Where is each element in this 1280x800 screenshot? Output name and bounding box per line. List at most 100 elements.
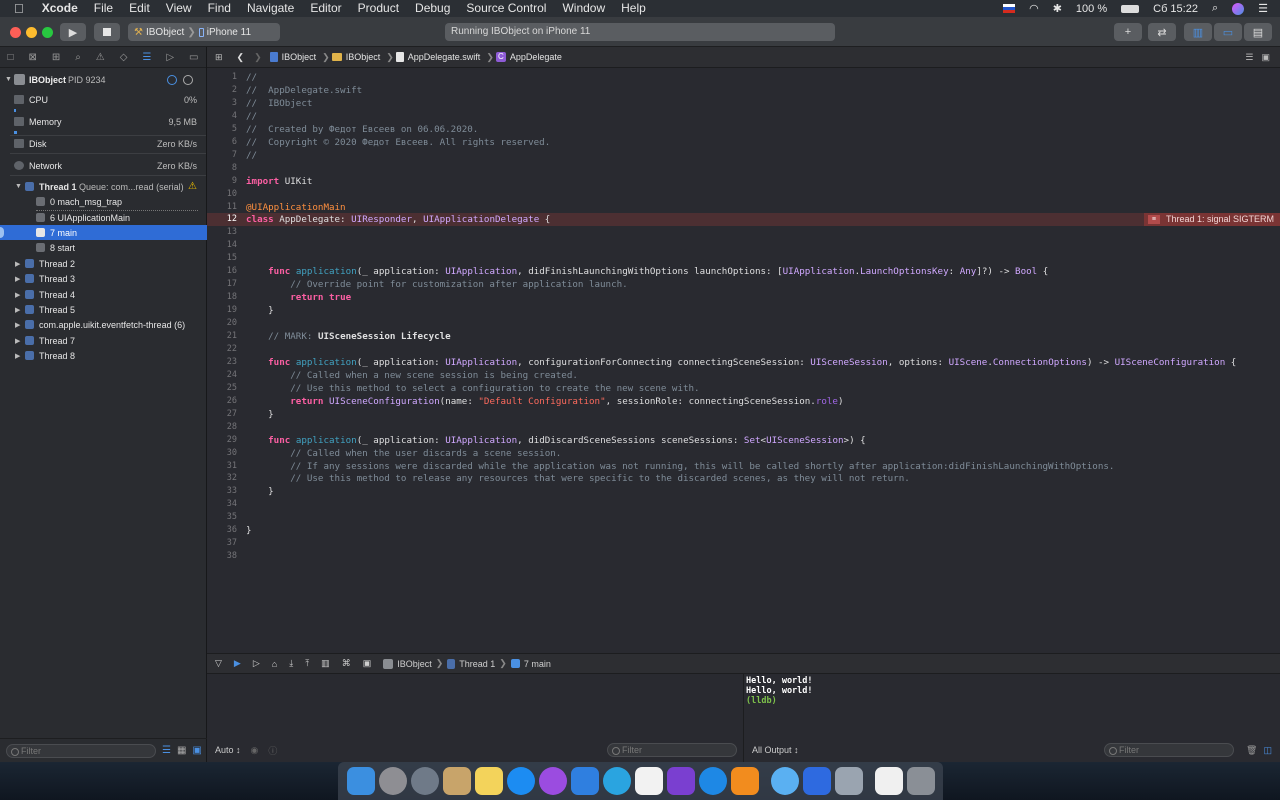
step-out-icon[interactable]: ⤒ xyxy=(305,658,309,669)
filter-options-icon[interactable]: ☰ xyxy=(162,745,171,756)
line-number[interactable]: 26 xyxy=(207,395,237,408)
code-line[interactable]: 11 @UIApplicationMain xyxy=(207,201,1280,214)
line-number[interactable]: 19 xyxy=(207,304,237,317)
zoom-window-button[interactable] xyxy=(42,27,53,38)
disclosure-triangle-icon[interactable]: ▶ xyxy=(15,260,20,268)
library-button[interactable]: + xyxy=(1114,23,1142,41)
input-source-flag-icon[interactable] xyxy=(1003,4,1016,13)
toggle-inspector-button[interactable]: ▤ xyxy=(1244,23,1272,41)
disk-gauge[interactable]: Disk Zero KB/s xyxy=(0,136,207,151)
line-number[interactable]: 36 xyxy=(207,524,237,537)
safari-icon[interactable] xyxy=(698,767,727,795)
thread-row[interactable]: ▶ Thread 2 xyxy=(0,256,207,271)
breadcrumb-project[interactable]: IBObject xyxy=(269,52,321,62)
disclosure-triangle-icon[interactable]: ▶ xyxy=(15,321,20,329)
stop-button[interactable] xyxy=(94,23,120,41)
disclosure-triangle-icon[interactable]: ▶ xyxy=(15,352,20,360)
telegram-icon[interactable] xyxy=(602,767,631,795)
line-number[interactable]: 6 xyxy=(207,136,237,149)
step-over-icon[interactable]: ⌂ xyxy=(272,659,277,669)
simulator-icon[interactable] xyxy=(802,767,831,795)
code-line[interactable]: 5 // Created by Федот Евсеев on 06.06.202… xyxy=(207,123,1280,136)
trash-icon[interactable] xyxy=(906,767,935,795)
code-line[interactable]: 21 // MARK: UISceneSession Lifecycle xyxy=(207,330,1280,343)
frame-row[interactable]: 0 mach_msg_trap xyxy=(0,194,207,209)
menu-view[interactable]: View xyxy=(158,0,200,17)
line-number[interactable]: 34 xyxy=(207,498,237,511)
scope-selector[interactable]: Auto ↕ xyxy=(215,745,241,755)
disclosure-triangle-icon[interactable]: ▶ xyxy=(15,337,20,345)
debug-breadcrumb[interactable]: IBObject ❯ Thread 1 ❯ 7 main xyxy=(383,658,551,669)
code-line[interactable]: 34 xyxy=(207,498,1280,511)
system-preferences-icon[interactable] xyxy=(378,767,407,795)
code-line[interactable]: 38 xyxy=(207,550,1280,563)
code-line[interactable]: 22 xyxy=(207,343,1280,356)
code-line[interactable]: 31 // If any sessions were discarded whi… xyxy=(207,460,1280,473)
code-line[interactable]: 23 func application(_ application: UIApp… xyxy=(207,356,1280,369)
code-line[interactable]: 35 xyxy=(207,511,1280,524)
warning-icon[interactable]: ⚠ xyxy=(188,181,197,192)
clock[interactable]: Сб 15:22 xyxy=(1153,3,1198,15)
battery-icon[interactable] xyxy=(1121,4,1140,13)
code-line[interactable]: 27 } xyxy=(207,408,1280,421)
messages-icon[interactable] xyxy=(770,767,799,795)
variables-filter-input[interactable]: Filter xyxy=(607,743,737,757)
console-output[interactable]: Hello, world! Hello, world! (lldb) All O… xyxy=(744,674,1280,762)
line-number[interactable]: 20 xyxy=(207,317,237,330)
trash-icon[interactable]: 🗑 xyxy=(1246,745,1257,756)
back-icon[interactable]: ❮ xyxy=(231,52,251,63)
close-window-button[interactable] xyxy=(10,27,21,38)
code-line[interactable]: 16 func application(_ application: UIApp… xyxy=(207,265,1280,278)
memory-gauge[interactable]: Memory 9,5 MB xyxy=(0,114,207,129)
code-line[interactable]: 12 class AppDelegate: UIResponder, UIAppl… xyxy=(207,213,1280,227)
app-store-icon[interactable] xyxy=(506,767,535,795)
code-line[interactable]: 28 xyxy=(207,421,1280,434)
run-button[interactable]: ▶ xyxy=(60,23,86,41)
final-cut-icon[interactable] xyxy=(666,767,695,795)
contacts-icon[interactable] xyxy=(442,767,471,795)
code-line[interactable]: 20 xyxy=(207,317,1280,330)
thread-row[interactable]: ▶ com.apple.uikit.eventfetch-thread (6) xyxy=(0,317,207,332)
debug-view-hierarchy-icon[interactable]: ▥ xyxy=(321,658,330,669)
code-line[interactable]: 8 xyxy=(207,162,1280,175)
output-mode-selector[interactable]: All Output ↕ xyxy=(752,745,799,755)
breadcrumb-file[interactable]: AppDelegate.swift xyxy=(395,52,485,62)
line-number[interactable]: 21 xyxy=(207,330,237,343)
process-row[interactable]: ▼ IBObject PID 9234 xyxy=(0,72,207,87)
code-line[interactable]: 3 // IBObject xyxy=(207,97,1280,110)
line-number[interactable]: 1 xyxy=(207,71,237,84)
line-number[interactable]: 12 xyxy=(207,213,237,226)
forward-icon[interactable]: ❯ xyxy=(250,52,270,63)
filter-crashed-icon[interactable]: ▦ xyxy=(177,745,186,756)
line-number[interactable]: 14 xyxy=(207,239,237,252)
frame-row[interactable]: 8 start xyxy=(0,240,207,255)
info-icon[interactable]: ⓘ xyxy=(268,744,277,757)
code-line[interactable]: 14 xyxy=(207,239,1280,252)
line-number[interactable]: 16 xyxy=(207,265,237,278)
breadcrumb-symbol[interactable]: C AppDelegate xyxy=(495,52,566,62)
related-items-icon[interactable]: ⊞ xyxy=(207,52,231,63)
frame-row-selected[interactable]: 7 main xyxy=(0,225,207,240)
minimize-window-button[interactable] xyxy=(26,27,37,38)
vlc-icon[interactable] xyxy=(730,767,759,795)
code-line[interactable]: 2 // AppDelegate.swift xyxy=(207,84,1280,97)
debug-navigator-icon[interactable]: ☰ xyxy=(142,52,151,63)
add-editor-icon[interactable]: ▣ xyxy=(1261,52,1280,63)
code-line[interactable]: 10 xyxy=(207,188,1280,201)
symbol-navigator-icon[interactable]: ⊞ xyxy=(52,52,60,63)
step-into-icon[interactable]: ⤓ xyxy=(289,658,293,669)
breadcrumb-group[interactable]: IBObject xyxy=(331,52,385,62)
menu-file[interactable]: File xyxy=(86,0,121,17)
code-line[interactable]: 15 xyxy=(207,252,1280,265)
music-icon[interactable] xyxy=(634,767,663,795)
code-line[interactable]: 13 xyxy=(207,226,1280,239)
thread-row[interactable]: ▶ Thread 5 xyxy=(0,302,207,317)
line-number[interactable]: 33 xyxy=(207,485,237,498)
code-line[interactable]: 30 // Called when the user discards a sc… xyxy=(207,447,1280,460)
line-number[interactable]: 9 xyxy=(207,175,237,188)
menu-window[interactable]: Window xyxy=(554,0,613,17)
code-line[interactable]: 17 // Override point for customization a… xyxy=(207,278,1280,291)
line-number[interactable]: 29 xyxy=(207,434,237,447)
disclosure-triangle-icon[interactable]: ▶ xyxy=(15,306,20,314)
network-gauge[interactable]: Network Zero KB/s xyxy=(0,158,207,173)
